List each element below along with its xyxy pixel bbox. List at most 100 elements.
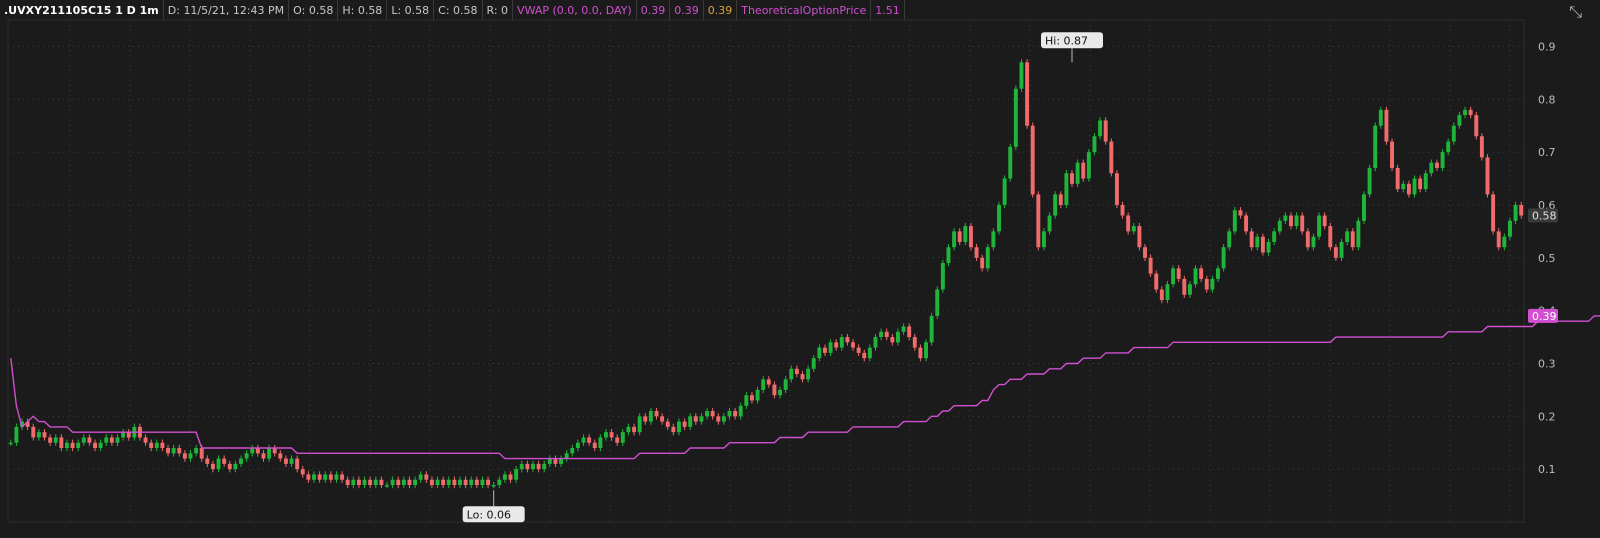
candle-body: [1092, 136, 1097, 153]
high-annotation-label: Hi: 0.87: [1045, 34, 1088, 47]
candle-body: [1070, 173, 1074, 184]
candle-body: [435, 479, 440, 486]
candle-body: [660, 416, 665, 422]
candle-body: [1249, 231, 1254, 248]
candle-body: [755, 389, 760, 401]
candle-body: [721, 416, 726, 422]
candle-body: [160, 442, 165, 449]
candle-body: [1412, 178, 1417, 195]
candle-body: [873, 337, 878, 348]
candle-body: [1204, 278, 1209, 290]
candle-body: [469, 479, 474, 486]
candle-body: [81, 437, 86, 443]
candle-body: [373, 479, 378, 486]
candle-body: [1491, 194, 1496, 232]
candle-body: [345, 479, 350, 486]
candle-body: [839, 337, 844, 348]
candle-body: [1305, 231, 1310, 248]
candle-body: [733, 411, 738, 417]
candle-body: [997, 204, 1001, 232]
plot-frame: [7, 19, 1525, 523]
candle-body: [536, 463, 541, 470]
candle-body: [1356, 220, 1361, 248]
candle-body: [87, 437, 92, 443]
candle-body: [1272, 231, 1277, 242]
candle-body: [53, 437, 58, 443]
candle-body: [598, 437, 603, 449]
candle-body: [1474, 115, 1479, 137]
candle-body: [446, 479, 451, 486]
candle-body: [424, 474, 429, 480]
candle-body: [1468, 109, 1473, 116]
candle-body: [385, 485, 389, 487]
candle-body: [1221, 247, 1226, 269]
candle-body: [1260, 236, 1265, 253]
candle-body: [289, 458, 294, 464]
candle-body: [1406, 183, 1411, 195]
candle-body: [1339, 241, 1344, 258]
candle-body: [727, 411, 732, 417]
candle-body: [1137, 226, 1142, 248]
candle-body: [480, 479, 485, 486]
candle-body: [418, 474, 423, 480]
candle-body: [1289, 215, 1293, 227]
candle-body: [957, 231, 962, 242]
candle-body: [834, 342, 839, 348]
candle-body: [1148, 257, 1153, 274]
candle-body: [693, 416, 698, 422]
candle-body: [508, 474, 513, 480]
candle-body: [884, 331, 889, 338]
candle-body: [828, 342, 833, 353]
candle-body: [278, 453, 283, 459]
candle-body: [862, 352, 867, 359]
candle-body: [42, 432, 47, 438]
candle-body: [811, 358, 816, 369]
candle-body: [1496, 231, 1501, 248]
candle-body: [166, 448, 170, 454]
candle-body: [210, 463, 215, 470]
price-chart[interactable]: 0.10.20.30.40.50.60.70.80.90.580.39 Hi: …: [0, 0, 1600, 538]
candle-body: [1277, 220, 1282, 232]
candle-body: [1036, 194, 1041, 248]
candle-body: [935, 289, 940, 316]
candle-body: [890, 337, 895, 343]
candle-body: [1311, 236, 1316, 248]
last-price-label: 0.58: [1532, 210, 1557, 223]
candle-body: [895, 331, 900, 343]
candle-body: [1457, 115, 1462, 126]
candle-body: [800, 374, 805, 380]
candle-body: [227, 463, 232, 470]
candle-body: [267, 448, 272, 459]
candle-body: [817, 347, 822, 359]
candle-body: [559, 458, 564, 464]
candle-body: [587, 437, 592, 443]
candle-body: [665, 421, 670, 427]
candle-body: [1199, 268, 1204, 279]
candle-body: [143, 437, 148, 443]
candle-body: [1047, 215, 1052, 232]
candle-body: [1159, 289, 1164, 301]
candle-body: [1238, 210, 1243, 216]
candle-body: [328, 474, 333, 480]
candle-body: [317, 474, 322, 480]
candle-body: [744, 395, 749, 406]
candle-body: [104, 437, 109, 443]
candle-body: [407, 479, 412, 486]
candle-body: [626, 426, 631, 433]
candle-body: [682, 421, 687, 427]
candle-body: [255, 448, 260, 454]
candle-body: [1025, 62, 1030, 126]
price-tick-label: 0.1: [1538, 463, 1556, 476]
candle-body: [851, 342, 855, 348]
candle-body: [1395, 167, 1400, 190]
candle-body: [637, 416, 642, 433]
candle-body: [244, 453, 249, 459]
candle-body: [70, 442, 75, 449]
candle-body: [396, 479, 401, 486]
candle-body: [985, 247, 990, 269]
candle-body: [783, 379, 788, 390]
candle-body: [1390, 141, 1395, 168]
candle-body: [991, 231, 996, 248]
candle-body: [233, 463, 238, 470]
price-tick-label: 0.3: [1538, 357, 1556, 370]
